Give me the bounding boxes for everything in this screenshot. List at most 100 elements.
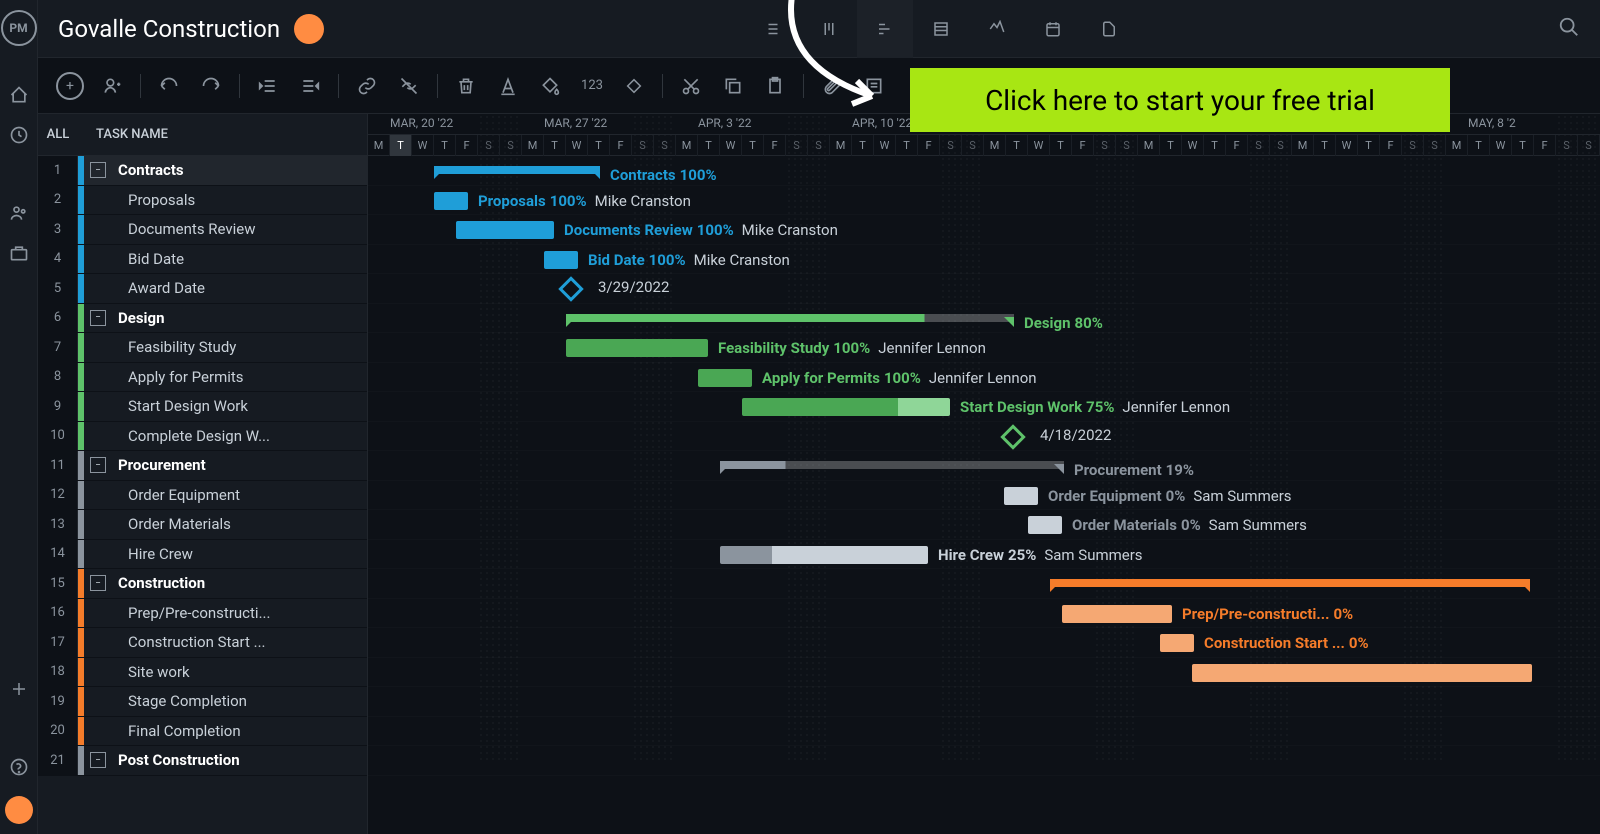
text-style-button[interactable]	[494, 72, 522, 100]
day-label: T	[588, 135, 610, 156]
gantt-bar[interactable]	[1192, 664, 1532, 682]
list-view-tab[interactable]	[745, 0, 801, 58]
outdent-button[interactable]	[254, 72, 282, 100]
gantt-bar[interactable]: Procurement19%	[720, 461, 1064, 469]
gantt-row: Design80%	[368, 304, 1600, 334]
collapse-toggle[interactable]: −	[90, 457, 106, 473]
search-icon[interactable]	[1558, 16, 1580, 42]
day-label: T	[1512, 135, 1534, 156]
gantt-chart[interactable]: MAR, 20 '22MAR, 27 '22APR, 3 '22APR, 10 …	[368, 114, 1600, 834]
unlink-button[interactable]	[395, 72, 423, 100]
task-row[interactable]: 13Order Materials	[38, 510, 367, 540]
gantt-bar[interactable]: Documents Review100%Mike Cranston	[456, 221, 554, 239]
delete-button[interactable]	[452, 72, 480, 100]
gantt-bar[interactable]: Hire Crew25%Sam Summers	[720, 546, 928, 564]
gantt-bar[interactable]: Contracts100%	[434, 166, 600, 174]
task-row[interactable]: 4Bid Date	[38, 245, 367, 275]
collapse-toggle[interactable]: −	[90, 575, 106, 591]
gantt-bar[interactable]	[1050, 579, 1530, 587]
task-row[interactable]: 1−Contracts	[38, 156, 367, 186]
assign-button[interactable]	[98, 72, 126, 100]
link-button[interactable]	[353, 72, 381, 100]
header: Govalle Construction	[38, 0, 1600, 58]
day-label: W	[566, 135, 588, 156]
col-task-name[interactable]: TASK NAME	[86, 127, 367, 142]
task-row[interactable]: 9Start Design Work	[38, 392, 367, 422]
logo-icon[interactable]: PM	[1, 10, 37, 46]
task-row[interactable]: 6−Design	[38, 304, 367, 334]
task-row[interactable]: 7Feasibility Study	[38, 333, 367, 363]
collapse-toggle[interactable]: −	[90, 310, 106, 326]
gantt-bar[interactable]: Design80%	[566, 314, 1014, 322]
note-button[interactable]	[860, 72, 888, 100]
redo-button[interactable]	[197, 72, 225, 100]
gantt-bar[interactable]: Bid Date100%Mike Cranston	[544, 251, 578, 269]
gantt-bar[interactable]: Construction Start ...0%	[1160, 634, 1194, 652]
gantt-bar[interactable]: Feasibility Study100%Jennifer Lennon	[566, 339, 708, 357]
milestone-marker[interactable]	[1000, 424, 1025, 449]
task-row[interactable]: 11−Procurement	[38, 451, 367, 481]
task-row[interactable]: 3Documents Review	[38, 215, 367, 245]
task-list-header: ALL TASK NAME	[38, 114, 367, 156]
sheet-view-tab[interactable]	[913, 0, 969, 58]
task-row[interactable]: 2Proposals	[38, 186, 367, 216]
task-row[interactable]: 16Prep/Pre-constructi...	[38, 599, 367, 629]
cta-banner[interactable]: Click here to start your free trial	[910, 68, 1450, 132]
gantt-bar[interactable]: Proposals100%Mike Cranston	[434, 192, 468, 210]
task-row[interactable]: 15−Construction	[38, 569, 367, 599]
task-row[interactable]: 18Site work	[38, 658, 367, 688]
undo-button[interactable]	[155, 72, 183, 100]
gantt-bar[interactable]: Start Design Work75%Jennifer Lennon	[742, 398, 950, 416]
home-icon[interactable]	[8, 84, 30, 106]
task-row[interactable]: 14Hire Crew	[38, 540, 367, 570]
attach-button[interactable]	[818, 72, 846, 100]
paste-button[interactable]	[761, 72, 789, 100]
clock-icon[interactable]	[8, 124, 30, 146]
row-number: 20	[38, 717, 78, 746]
gantt-bar[interactable]: Order Equipment0%Sam Summers	[1004, 487, 1038, 505]
number-button[interactable]: 123	[578, 72, 606, 100]
indent-button[interactable]	[296, 72, 324, 100]
task-row[interactable]: 20Final Completion	[38, 717, 367, 747]
collapse-toggle[interactable]: −	[90, 752, 106, 768]
copy-button[interactable]	[719, 72, 747, 100]
help-icon[interactable]	[8, 756, 30, 778]
project-avatar-icon[interactable]	[294, 14, 324, 44]
task-row[interactable]: 5Award Date	[38, 274, 367, 304]
collapse-toggle[interactable]: −	[90, 162, 106, 178]
gantt-view-tab[interactable]	[857, 0, 913, 58]
task-name: Order Materials	[84, 515, 367, 533]
gantt-row: Apply for Permits100%Jennifer Lennon	[368, 363, 1600, 393]
calendar-view-tab[interactable]	[1025, 0, 1081, 58]
row-number: 15	[38, 569, 78, 598]
task-row[interactable]: 21−Post Construction	[38, 746, 367, 776]
dashboard-view-tab[interactable]	[969, 0, 1025, 58]
cut-button[interactable]	[677, 72, 705, 100]
week-label: MAR, 27 '22	[544, 116, 607, 130]
team-icon[interactable]	[8, 202, 30, 224]
task-row[interactable]: 10Complete Design W...	[38, 422, 367, 452]
user-avatar-icon[interactable]	[5, 796, 33, 824]
col-all[interactable]: ALL	[38, 127, 78, 142]
milestone-button[interactable]	[620, 72, 648, 100]
gantt-bar[interactable]: Apply for Permits100%Jennifer Lennon	[698, 369, 752, 387]
add-icon[interactable]	[8, 678, 30, 700]
task-name: Stage Completion	[84, 692, 367, 710]
milestone-marker[interactable]	[558, 276, 583, 301]
day-label: F	[610, 135, 632, 156]
day-label: T	[742, 135, 764, 156]
gantt-bar[interactable]: Prep/Pre-constructi...0%	[1062, 605, 1172, 623]
gantt-bar[interactable]: Order Materials0%Sam Summers	[1028, 516, 1062, 534]
gantt-row: Hire Crew25%Sam Summers	[368, 540, 1600, 570]
add-task-button[interactable]: +	[56, 72, 84, 100]
task-row[interactable]: 19Stage Completion	[38, 687, 367, 717]
files-view-tab[interactable]	[1081, 0, 1137, 58]
row-number: 2	[38, 186, 78, 215]
task-row[interactable]: 17Construction Start ...	[38, 628, 367, 658]
briefcase-icon[interactable]	[8, 242, 30, 264]
task-row[interactable]: 8Apply for Permits	[38, 363, 367, 393]
board-view-tab[interactable]	[801, 0, 857, 58]
task-name: Site work	[84, 663, 367, 681]
fill-button[interactable]	[536, 72, 564, 100]
task-row[interactable]: 12Order Equipment	[38, 481, 367, 511]
